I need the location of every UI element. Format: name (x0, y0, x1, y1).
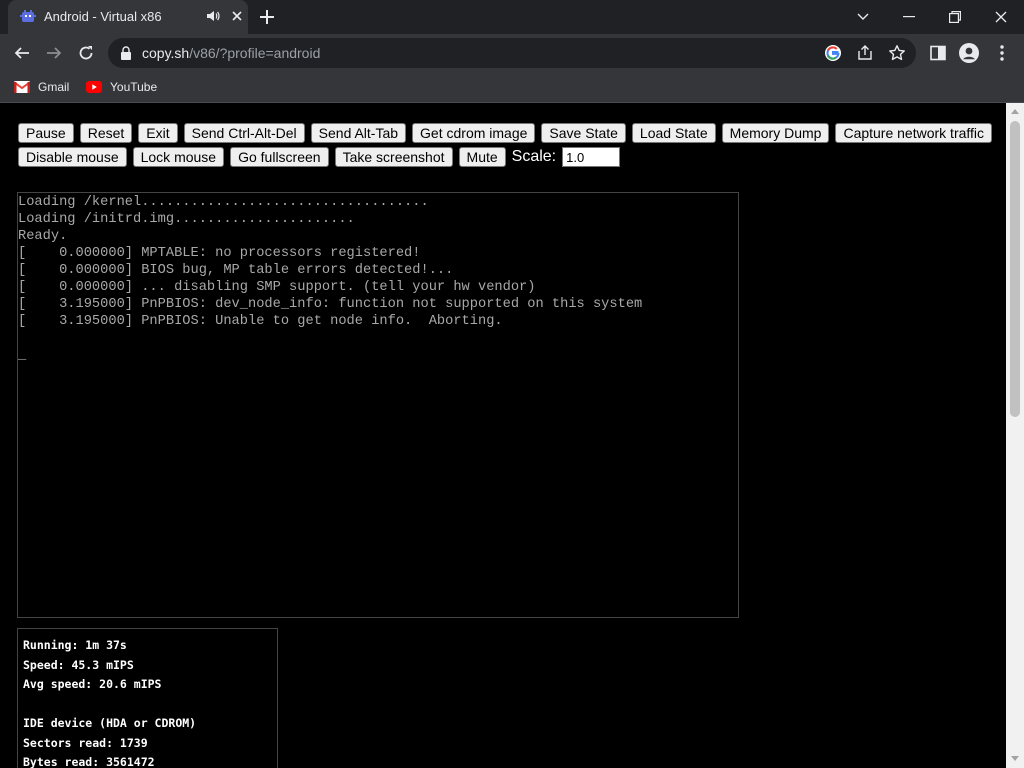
lock-icon[interactable] (120, 46, 132, 60)
restore-icon[interactable] (932, 0, 978, 34)
scroll-up-arrow-icon[interactable] (1011, 109, 1019, 114)
info-line (23, 695, 272, 715)
tab-close-icon[interactable] (230, 9, 244, 23)
reload-icon[interactable] (74, 41, 98, 65)
take-screenshot-button[interactable]: Take screenshot (334, 147, 453, 167)
profile-avatar-icon[interactable] (959, 43, 979, 63)
tab-search-chevron-icon[interactable] (840, 0, 886, 34)
info-line: Sectors read: 1739 (23, 735, 148, 750)
terminal-line: Loading /kernel.........................… (18, 195, 429, 210)
scroll-down-arrow-icon[interactable] (1011, 756, 1019, 761)
mute-button[interactable]: Mute (458, 147, 506, 167)
minimize-icon[interactable] (886, 0, 932, 34)
lock-mouse-button[interactable]: Lock mouse (132, 147, 225, 167)
terminal-line: [ 0.000000] MPTABLE: no processors regis… (18, 246, 421, 261)
terminal-line: [ 3.195000] PnPBIOS: Unable to get node … (18, 314, 503, 329)
exit-button[interactable]: Exit (138, 123, 178, 143)
terminal-line: Loading /initrd.img.....................… (18, 212, 355, 227)
window-close-icon[interactable] (978, 0, 1024, 34)
get-cdrom-image-button[interactable]: Get cdrom image (412, 123, 536, 143)
runtime-info-panel: Running: 1m 37s Speed: 45.3 mIPS Avg speed… (17, 628, 278, 768)
control-row-2: Disable mouse Lock mouse Go fullscreen T… (18, 147, 621, 167)
back-arrow-icon[interactable] (10, 41, 34, 65)
forward-arrow-icon[interactable] (42, 41, 66, 65)
pause-button[interactable]: Pause (18, 123, 74, 143)
side-panel-icon[interactable] (928, 43, 948, 63)
capture-network-traffic-button[interactable]: Capture network traffic (835, 123, 993, 143)
terminal-line: Ready. (18, 229, 68, 244)
info-line: Running: 1m 37s (23, 638, 127, 652)
terminal-line: _ (18, 348, 27, 363)
save-state-button[interactable]: Save State (541, 123, 626, 143)
browser-toolbar: copy.sh/v86/?profile=android (0, 34, 1024, 72)
control-row-1: Pause Reset Exit Send Ctrl-Alt-Del Send … (18, 123, 993, 143)
info-line: Avg speed: 20.6 mIPS (23, 677, 162, 691)
go-fullscreen-button[interactable]: Go fullscreen (230, 147, 329, 167)
page-scrollbar[interactable] (1006, 103, 1024, 768)
tab-title: Android - Virtual x86 (44, 9, 162, 24)
page-content: Pause Reset Exit Send Ctrl-Alt-Del Send … (0, 103, 1006, 768)
send-alt-tab-button[interactable]: Send Alt-Tab (310, 123, 407, 143)
disable-mouse-button[interactable]: Disable mouse (18, 147, 127, 167)
kebab-menu-icon[interactable] (992, 43, 1012, 63)
info-line: IDE device (HDA or CDROM) (23, 716, 197, 730)
browser-tab-active[interactable]: Android - Virtual x86 (8, 0, 248, 34)
bookmarks-bar: Gmail YouTube (0, 72, 1024, 103)
google-icon[interactable] (824, 44, 842, 62)
gmail-icon (14, 81, 30, 93)
scale-label: Scale: (511, 148, 557, 165)
share-icon[interactable] (856, 44, 874, 62)
bookmark-star-icon[interactable] (888, 44, 906, 62)
scrollbar-thumb[interactable] (1010, 121, 1020, 417)
info-line: Speed: 45.3 mIPS (23, 657, 134, 672)
scale-input[interactable] (562, 147, 621, 167)
memory-dump-button[interactable]: Memory Dump (721, 123, 830, 143)
youtube-icon (86, 81, 102, 93)
send-ctrl-alt-del-button[interactable]: Send Ctrl-Alt-Del (183, 123, 305, 143)
terminal-line: [ 0.000000] BIOS bug, MP table errors de… (18, 263, 454, 278)
address-bar[interactable]: copy.sh/v86/?profile=android (108, 38, 916, 68)
info-line: Bytes read: 3561472 (23, 755, 155, 768)
emulator-screen[interactable]: Loading /kernel.........................… (17, 192, 739, 618)
terminal-line: [ 0.000000] ... disabling SMP support. (… (18, 280, 536, 295)
reset-button[interactable]: Reset (79, 123, 133, 143)
url-text[interactable]: copy.sh/v86/?profile=android (142, 45, 320, 61)
load-state-button[interactable]: Load State (631, 123, 716, 143)
bookmark-youtube[interactable]: YouTube (86, 78, 157, 96)
new-tab-plus-icon[interactable] (258, 8, 276, 26)
browser-titlebar: Android - Virtual x86 (0, 0, 1024, 34)
terminal-line: [ 3.195000] PnPBIOS: dev_node_info: func… (18, 297, 643, 312)
v86-favicon-icon (20, 10, 36, 22)
bookmark-gmail[interactable]: Gmail (14, 78, 69, 96)
speaker-icon[interactable] (206, 9, 220, 23)
